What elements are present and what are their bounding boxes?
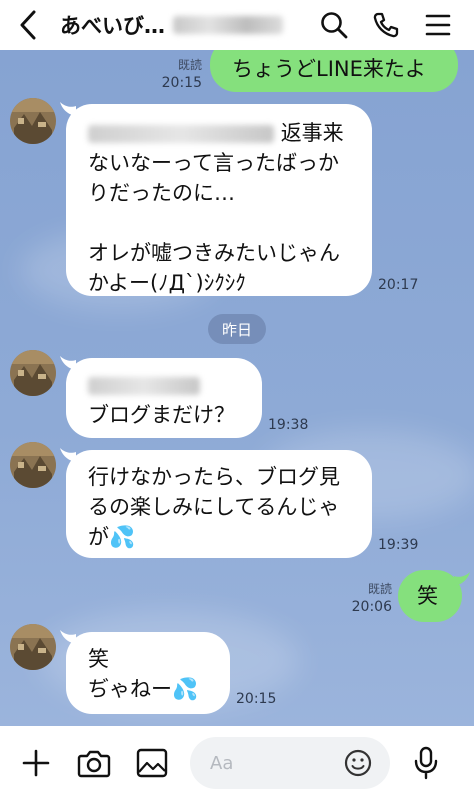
phone-icon[interactable]	[364, 3, 408, 47]
message-line-text: 返事来	[280, 121, 344, 145]
message-line: ちょうどLINE来たよ	[232, 57, 426, 81]
camera-icon[interactable]	[72, 741, 116, 785]
avatar[interactable]	[10, 624, 56, 670]
message-line: 返事来	[88, 118, 372, 148]
message-line: ブログまだけ？	[88, 403, 235, 427]
menu-icon[interactable]	[416, 3, 460, 47]
avatar[interactable]	[10, 442, 56, 488]
chat-title: あべいび…	[60, 14, 165, 38]
chat-area[interactable]: 既読 20:15 ちょうどLINE来たよ 返事来 ないなーって言ったばっか りだ…	[0, 50, 474, 726]
message-time: 20:17	[378, 277, 419, 293]
avatar[interactable]	[10, 98, 56, 144]
message-time: 20:15	[161, 75, 202, 91]
message-bubble-outgoing[interactable]: 笑	[398, 570, 462, 622]
blurred-name	[173, 16, 283, 34]
message-bubble-incoming[interactable]: ブログまだけ？	[66, 358, 262, 438]
chat-header: あべいび…	[0, 0, 474, 50]
message-input-box[interactable]	[190, 737, 390, 789]
message-bubble-incoming[interactable]: 行けなかったら、ブログ見 るの楽しみにしてるんじゃ が💦	[66, 450, 372, 558]
plus-icon[interactable]	[14, 741, 58, 785]
image-icon[interactable]	[130, 741, 174, 785]
message-line: 笑	[417, 584, 438, 608]
message-meta: 既読 20:15	[158, 56, 202, 92]
avatar[interactable]	[10, 350, 56, 396]
message-line: が💦	[88, 525, 136, 549]
read-receipt: 既読	[367, 582, 392, 596]
chevron-left-icon[interactable]	[14, 7, 42, 43]
message-time: 19:38	[268, 417, 309, 433]
smiley-icon[interactable]	[342, 747, 374, 779]
message-line	[88, 208, 372, 238]
blurred-text	[88, 125, 274, 143]
message-time: 19:39	[378, 537, 419, 553]
message-line: 行けなかったら、ブログ見	[88, 465, 340, 489]
microphone-icon[interactable]	[404, 741, 448, 785]
chat-title-area[interactable]: あべいび…	[60, 10, 304, 40]
message-input[interactable]	[210, 752, 342, 774]
message-time: 20:06	[351, 599, 392, 615]
message-line	[88, 370, 262, 400]
message-bubble-outgoing[interactable]: ちょうどLINE来たよ	[210, 50, 458, 92]
message-line: オレが嘘つきみたいじゃん	[88, 241, 340, 265]
blurred-text	[88, 377, 200, 395]
message-line: 笑	[88, 647, 109, 671]
message-time: 20:15	[236, 691, 277, 707]
message-line: るの楽しみにしてるんじゃ	[88, 495, 340, 519]
message-line: ぢゃねー💦	[88, 677, 199, 701]
message-line: かよー(ﾉД`)ｼｸｼｸ	[88, 271, 246, 295]
message-bubble-incoming[interactable]: 笑 ぢゃねー💦	[66, 632, 230, 714]
bubble-tail	[454, 572, 470, 586]
message-bubble-incoming[interactable]: 返事来 ないなーって言ったばっか りだったのに… オレが嘘つきみたいじゃん かよ…	[66, 104, 372, 296]
date-separator: 昨日	[208, 314, 266, 344]
message-meta: 既読 20:06	[346, 580, 392, 616]
message-line: ないなーって言ったばっか	[88, 151, 339, 175]
message-composer	[0, 726, 474, 800]
message-line: りだったのに…	[88, 181, 235, 205]
read-receipt: 既読	[177, 58, 202, 72]
search-icon[interactable]	[312, 3, 356, 47]
